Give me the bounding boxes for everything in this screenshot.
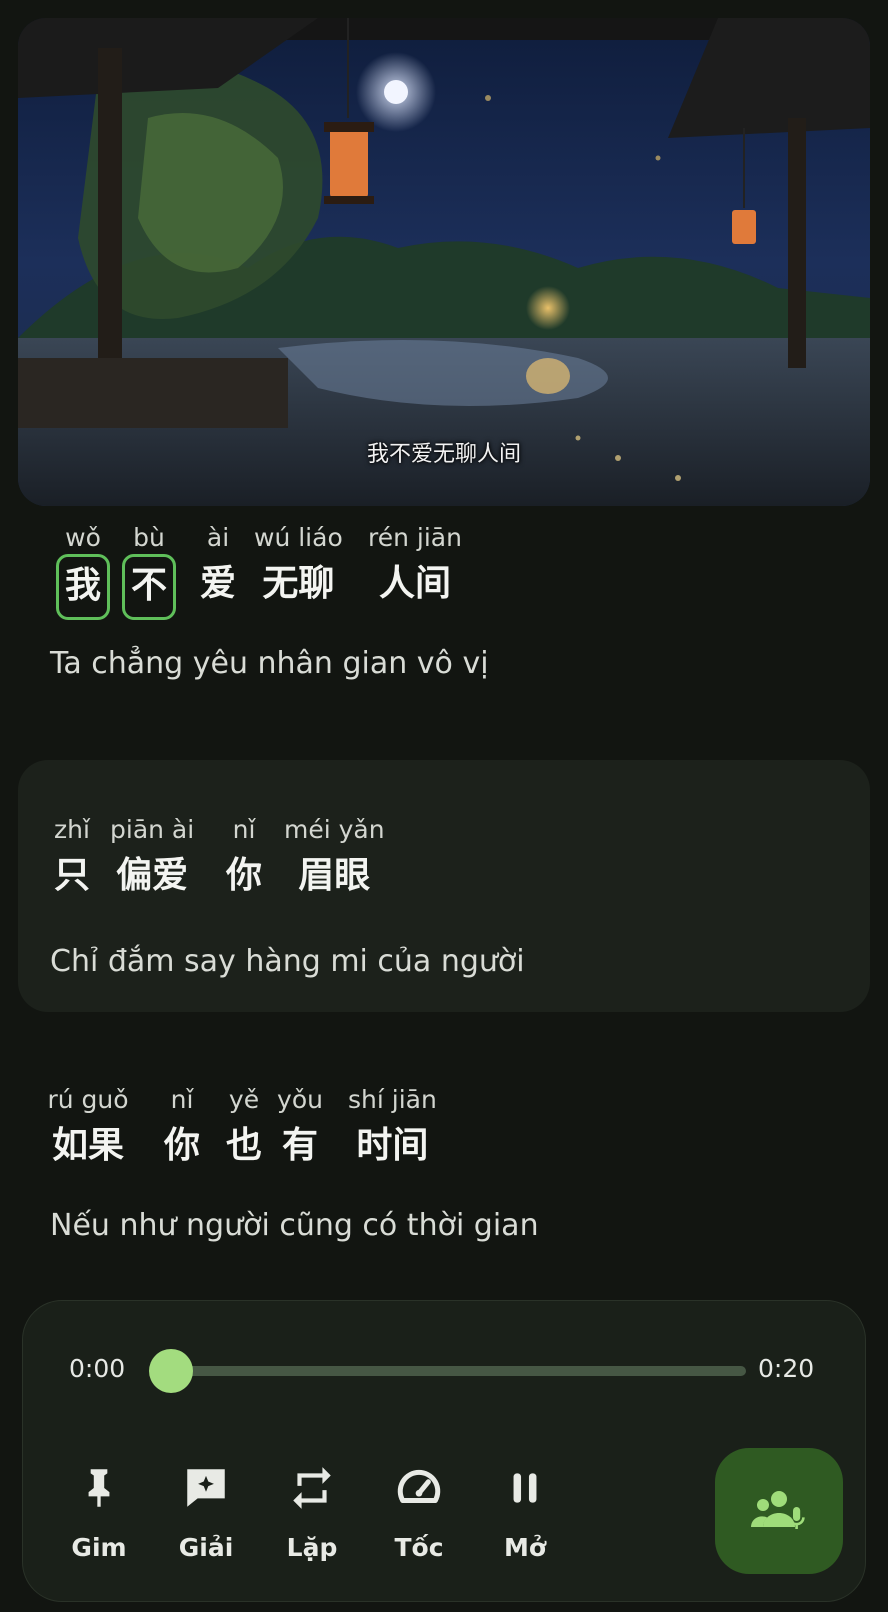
- pin-button[interactable]: Gim: [44, 1463, 154, 1562]
- word-token[interactable]: yǒu 有: [276, 1082, 324, 1180]
- pinyin: nǐ: [170, 1085, 194, 1114]
- pinyin: yǒu: [277, 1085, 323, 1114]
- pinyin: zhǐ: [54, 815, 90, 844]
- translation: Chỉ đắm say hàng mi của người: [50, 944, 525, 979]
- word-token[interactable]: wú liáo 无聊: [254, 520, 343, 618]
- hanzi: 时间: [356, 1125, 429, 1166]
- hanzi: 无聊: [262, 563, 335, 604]
- current-time: 0:00: [69, 1354, 126, 1383]
- word-token[interactable]: ài 爱: [194, 520, 242, 618]
- word-token[interactable]: nǐ 你: [220, 812, 268, 910]
- hanzi: 爱: [200, 563, 237, 604]
- word-token[interactable]: méi yǎn 眉眼: [284, 812, 385, 910]
- hanzi: 也: [226, 1125, 263, 1166]
- explain-label: Giải: [178, 1533, 234, 1562]
- player-panel: 0:00 0:20 Gim Giải Lặp Tốc Mở: [22, 1300, 866, 1602]
- group-voice-button[interactable]: [715, 1448, 843, 1574]
- pin-icon: [88, 1469, 110, 1507]
- translation: Nếu như người cũng có thời gian: [50, 1208, 539, 1243]
- pinyin: yě: [228, 1085, 260, 1114]
- word-token[interactable]: rén jiān 人间: [368, 520, 462, 618]
- pause-button[interactable]: Mở: [470, 1463, 580, 1562]
- word-token[interactable]: bù 不: [122, 520, 177, 620]
- pinyin: méi yǎn: [284, 815, 385, 844]
- pinyin: shí jiān: [348, 1085, 437, 1114]
- hanzi: 人间: [378, 563, 451, 604]
- video-subtitle: 我不爱无聊人间: [366, 442, 521, 467]
- hanzi: 偏爱: [116, 855, 189, 896]
- hanzi: 你: [164, 1125, 201, 1166]
- hanzi: 只: [54, 855, 91, 896]
- repeat-button[interactable]: Lặp: [257, 1463, 367, 1562]
- pinyin: bù: [133, 523, 165, 552]
- hanzi-highlighted: 不: [122, 554, 177, 620]
- word-token[interactable]: zhǐ 只: [48, 812, 96, 910]
- word-token[interactable]: rú guǒ 如果: [46, 1082, 130, 1180]
- night-garden-scene-image: [18, 18, 870, 506]
- pinyin: nǐ: [232, 815, 256, 844]
- word-token[interactable]: nǐ 你: [158, 1082, 206, 1180]
- lyric-line-2[interactable]: zhǐ 只 piān ài 偏爱 nǐ 你 méi yǎn 眉眼 Chỉ đắm…: [18, 760, 870, 1012]
- progress-track[interactable]: [149, 1349, 746, 1393]
- pinyin: wú liáo: [254, 523, 343, 552]
- pause-icon: [513, 1473, 537, 1503]
- speed-button[interactable]: Tốc: [364, 1463, 474, 1562]
- explain-button[interactable]: Giải: [151, 1463, 261, 1562]
- pin-label: Gim: [71, 1533, 127, 1562]
- hanzi: 你: [226, 855, 263, 896]
- progress-thumb[interactable]: [149, 1349, 193, 1393]
- total-time: 0:20: [758, 1354, 815, 1383]
- word-token[interactable]: yě 也: [220, 1082, 268, 1180]
- pause-label: Mở: [503, 1533, 547, 1562]
- hanzi: 有: [282, 1125, 319, 1166]
- lyric-line-1[interactable]: wǒ 我 bù 不 ài 爱 wú liáo 无聊 rén jiān 人间 Ta…: [18, 520, 870, 681]
- hanzi: 如果: [52, 1125, 125, 1166]
- speedometer-icon: [397, 1469, 441, 1503]
- speed-label: Tốc: [394, 1533, 444, 1562]
- word-token[interactable]: piān ài 偏爱: [110, 812, 194, 910]
- pinyin: ài: [206, 523, 230, 552]
- group-voice-icon: [751, 1491, 805, 1529]
- lyric-line-3[interactable]: rú guǒ 如果 nǐ 你 yě 也 yǒu 有 shí jiān 时间 Nế…: [18, 1082, 870, 1243]
- repeat-icon: [293, 1467, 331, 1509]
- hanzi: 眉眼: [298, 855, 371, 896]
- pinyin: rú guǒ: [47, 1085, 129, 1114]
- video-player[interactable]: 我不爱无聊人间: [18, 18, 870, 506]
- word-token[interactable]: wǒ 我: [56, 520, 111, 620]
- translation: Ta chẳng yêu nhân gian vô vị: [50, 646, 489, 681]
- word-token[interactable]: shí jiān 时间: [348, 1082, 437, 1180]
- sparkle-chat-icon: [187, 1469, 225, 1507]
- pinyin: piān ài: [110, 815, 195, 844]
- hanzi-highlighted: 我: [56, 554, 111, 620]
- pinyin: rén jiān: [368, 523, 462, 552]
- pinyin: wǒ: [65, 523, 101, 552]
- repeat-label: Lặp: [286, 1533, 338, 1562]
